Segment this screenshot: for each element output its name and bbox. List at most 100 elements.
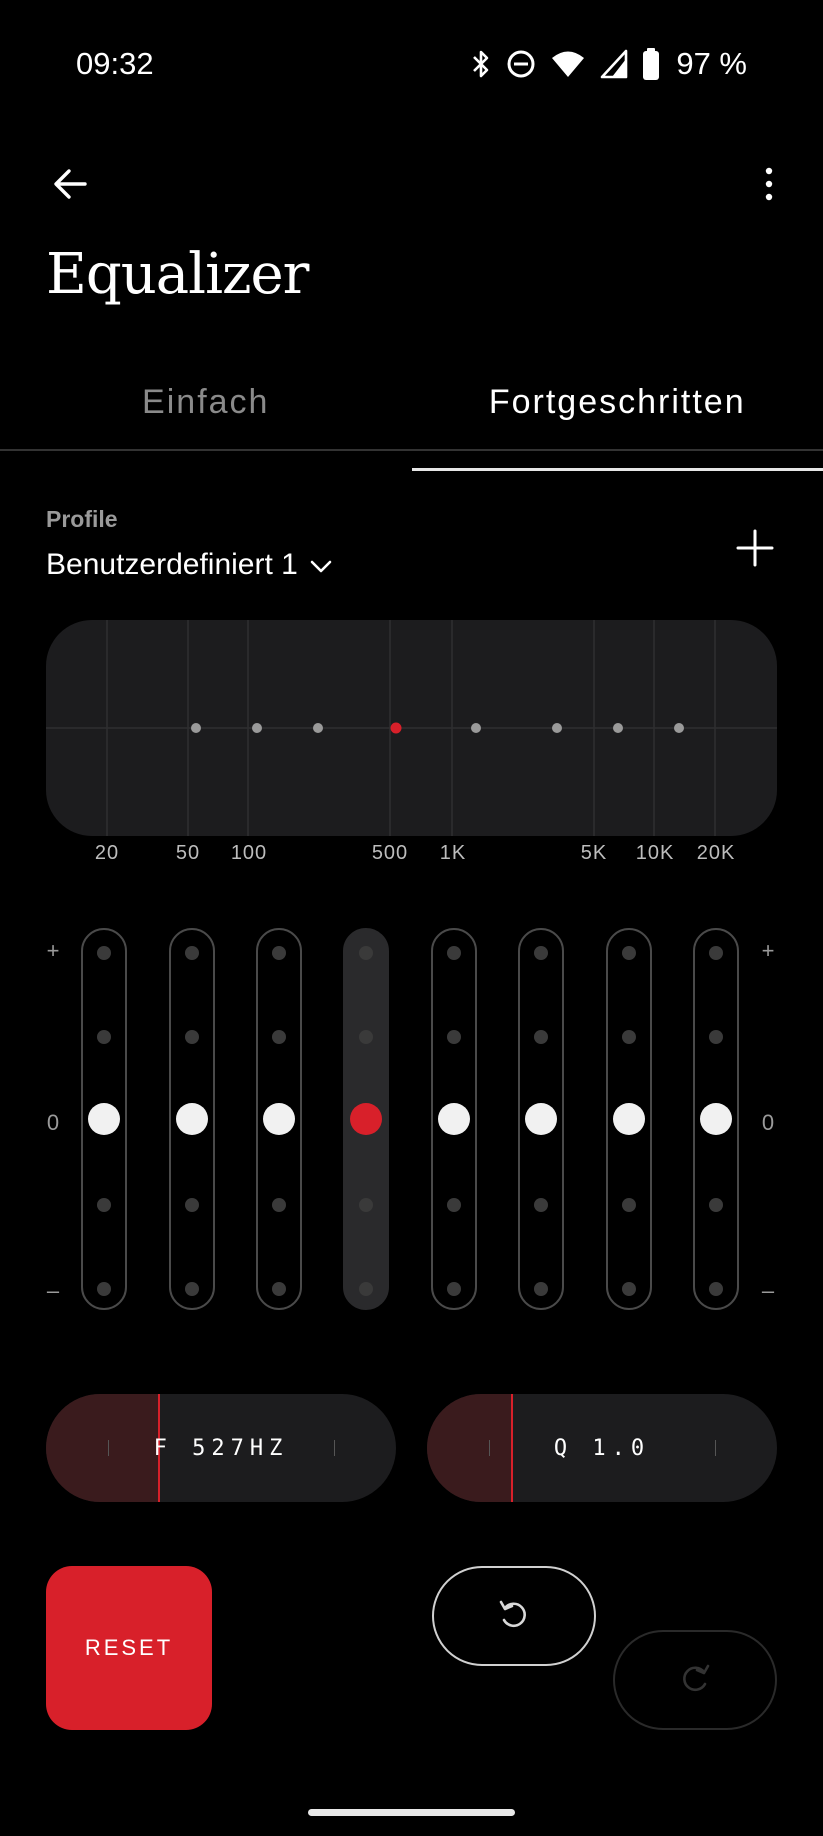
signal-icon bbox=[600, 49, 628, 79]
profile-selected-value: Benutzerdefiniert 1 bbox=[46, 548, 298, 581]
freq-label-100: 100 bbox=[230, 842, 268, 864]
graph-band-point[interactable] bbox=[191, 723, 201, 733]
q-value: Q 1.0 bbox=[553, 1435, 651, 1461]
reset-button[interactable]: RESET bbox=[46, 1566, 212, 1730]
slider-knob[interactable] bbox=[350, 1103, 382, 1135]
freq-label-20: 20 bbox=[94, 842, 120, 864]
slider-step-dot bbox=[622, 1198, 636, 1212]
band-slider-8[interactable] bbox=[693, 928, 739, 1310]
slider-step-dot bbox=[272, 1282, 286, 1296]
freq-label-500: 500 bbox=[371, 842, 409, 864]
slider-step-dot bbox=[534, 946, 548, 960]
slider-knob[interactable] bbox=[613, 1103, 645, 1135]
slider-step-dot bbox=[447, 1198, 461, 1212]
arrow-left-icon bbox=[52, 166, 88, 207]
undo-icon bbox=[496, 1596, 532, 1637]
profile-dropdown[interactable]: Benutzerdefiniert 1 bbox=[46, 548, 332, 582]
more-options-button[interactable] bbox=[743, 160, 795, 212]
band-slider-1[interactable] bbox=[81, 928, 127, 1310]
wifi-icon bbox=[550, 49, 586, 79]
chevron-down-icon bbox=[310, 548, 332, 582]
do-not-disturb-icon bbox=[506, 49, 536, 79]
band-slider-7[interactable] bbox=[606, 928, 652, 1310]
scale-zero-left: 0 bbox=[46, 1110, 60, 1135]
graph-band-point[interactable] bbox=[552, 723, 562, 733]
undo-button[interactable] bbox=[432, 1566, 596, 1666]
band-slider-5[interactable] bbox=[431, 928, 477, 1310]
band-slider-2[interactable] bbox=[169, 928, 215, 1310]
profile-label: Profile bbox=[46, 506, 118, 532]
slider-step-dot bbox=[709, 1198, 723, 1212]
battery-icon bbox=[642, 48, 660, 80]
slider-step-dot bbox=[622, 1030, 636, 1044]
slider-step-dot bbox=[534, 1198, 548, 1212]
slider-step-dot bbox=[359, 946, 373, 960]
freq-label-1k: 1K bbox=[439, 842, 467, 864]
slider-step-dot bbox=[447, 1030, 461, 1044]
battery-percent: 97 % bbox=[676, 46, 747, 81]
slider-step-dot bbox=[185, 1282, 199, 1296]
bluetooth-icon bbox=[470, 49, 492, 79]
add-profile-button[interactable] bbox=[733, 526, 777, 570]
slider-knob[interactable] bbox=[88, 1103, 120, 1135]
tab-bar: Einfach Fortgeschritten bbox=[0, 375, 823, 471]
tab-einfach[interactable]: Einfach bbox=[0, 375, 412, 449]
slider-knob[interactable] bbox=[700, 1103, 732, 1135]
slider-step-dot bbox=[534, 1030, 548, 1044]
scale-zero-right: 0 bbox=[761, 1110, 775, 1135]
slider-step-dot bbox=[709, 1282, 723, 1296]
freq-label-5k: 5K bbox=[580, 842, 608, 864]
band-slider-6[interactable] bbox=[518, 928, 564, 1310]
back-button[interactable] bbox=[44, 160, 96, 212]
status-time: 09:32 bbox=[76, 46, 154, 81]
scale-plus-left: + bbox=[46, 938, 60, 963]
frequency-value: F 527HZ bbox=[153, 1435, 289, 1461]
freq-label-10k: 10K bbox=[635, 842, 675, 864]
slider-step-dot bbox=[272, 1198, 286, 1212]
page-title: Equalizer bbox=[46, 242, 309, 307]
scale-minus-left: – bbox=[46, 1278, 60, 1303]
q-control[interactable]: Q 1.0 bbox=[427, 1394, 777, 1502]
more-vertical-icon bbox=[764, 166, 774, 207]
slider-step-dot bbox=[359, 1030, 373, 1044]
slider-step-dot bbox=[97, 1282, 111, 1296]
status-icons: 97 % bbox=[470, 44, 747, 84]
slider-step-dot bbox=[272, 946, 286, 960]
redo-button[interactable] bbox=[613, 1630, 777, 1730]
slider-step-dot bbox=[185, 1198, 199, 1212]
slider-step-dot bbox=[185, 1030, 199, 1044]
slider-step-dot bbox=[185, 946, 199, 960]
slider-knob[interactable] bbox=[263, 1103, 295, 1135]
slider-step-dot bbox=[622, 946, 636, 960]
home-indicator[interactable] bbox=[308, 1809, 515, 1816]
graph-band-point[interactable] bbox=[471, 723, 481, 733]
redo-icon bbox=[677, 1660, 713, 1701]
slider-step-dot bbox=[709, 946, 723, 960]
slider-step-dot bbox=[97, 1030, 111, 1044]
slider-knob[interactable] bbox=[438, 1103, 470, 1135]
freq-label-50: 50 bbox=[175, 842, 201, 864]
graph-band-point[interactable] bbox=[313, 723, 323, 733]
eq-graph[interactable] bbox=[46, 620, 777, 836]
graph-band-point[interactable] bbox=[674, 723, 684, 733]
band-slider-4[interactable] bbox=[343, 928, 389, 1310]
frequency-control[interactable]: F 527HZ bbox=[46, 1394, 396, 1502]
slider-step-dot bbox=[359, 1198, 373, 1212]
slider-step-dot bbox=[709, 1030, 723, 1044]
tab-fortgeschritten[interactable]: Fortgeschritten bbox=[411, 375, 823, 471]
slider-step-dot bbox=[97, 1198, 111, 1212]
graph-band-point[interactable] bbox=[613, 723, 623, 733]
band-slider-3[interactable] bbox=[256, 928, 302, 1310]
slider-knob[interactable] bbox=[525, 1103, 557, 1135]
graph-band-point[interactable] bbox=[252, 723, 262, 733]
slider-step-dot bbox=[622, 1282, 636, 1296]
slider-step-dot bbox=[534, 1282, 548, 1296]
slider-step-dot bbox=[272, 1030, 286, 1044]
slider-step-dot bbox=[447, 946, 461, 960]
graph-band-point-selected[interactable] bbox=[390, 722, 402, 734]
slider-knob[interactable] bbox=[176, 1103, 208, 1135]
scale-plus-right: + bbox=[761, 938, 775, 963]
slider-step-dot bbox=[447, 1282, 461, 1296]
freq-label-20k: 20K bbox=[696, 842, 736, 864]
slider-step-dot bbox=[97, 946, 111, 960]
